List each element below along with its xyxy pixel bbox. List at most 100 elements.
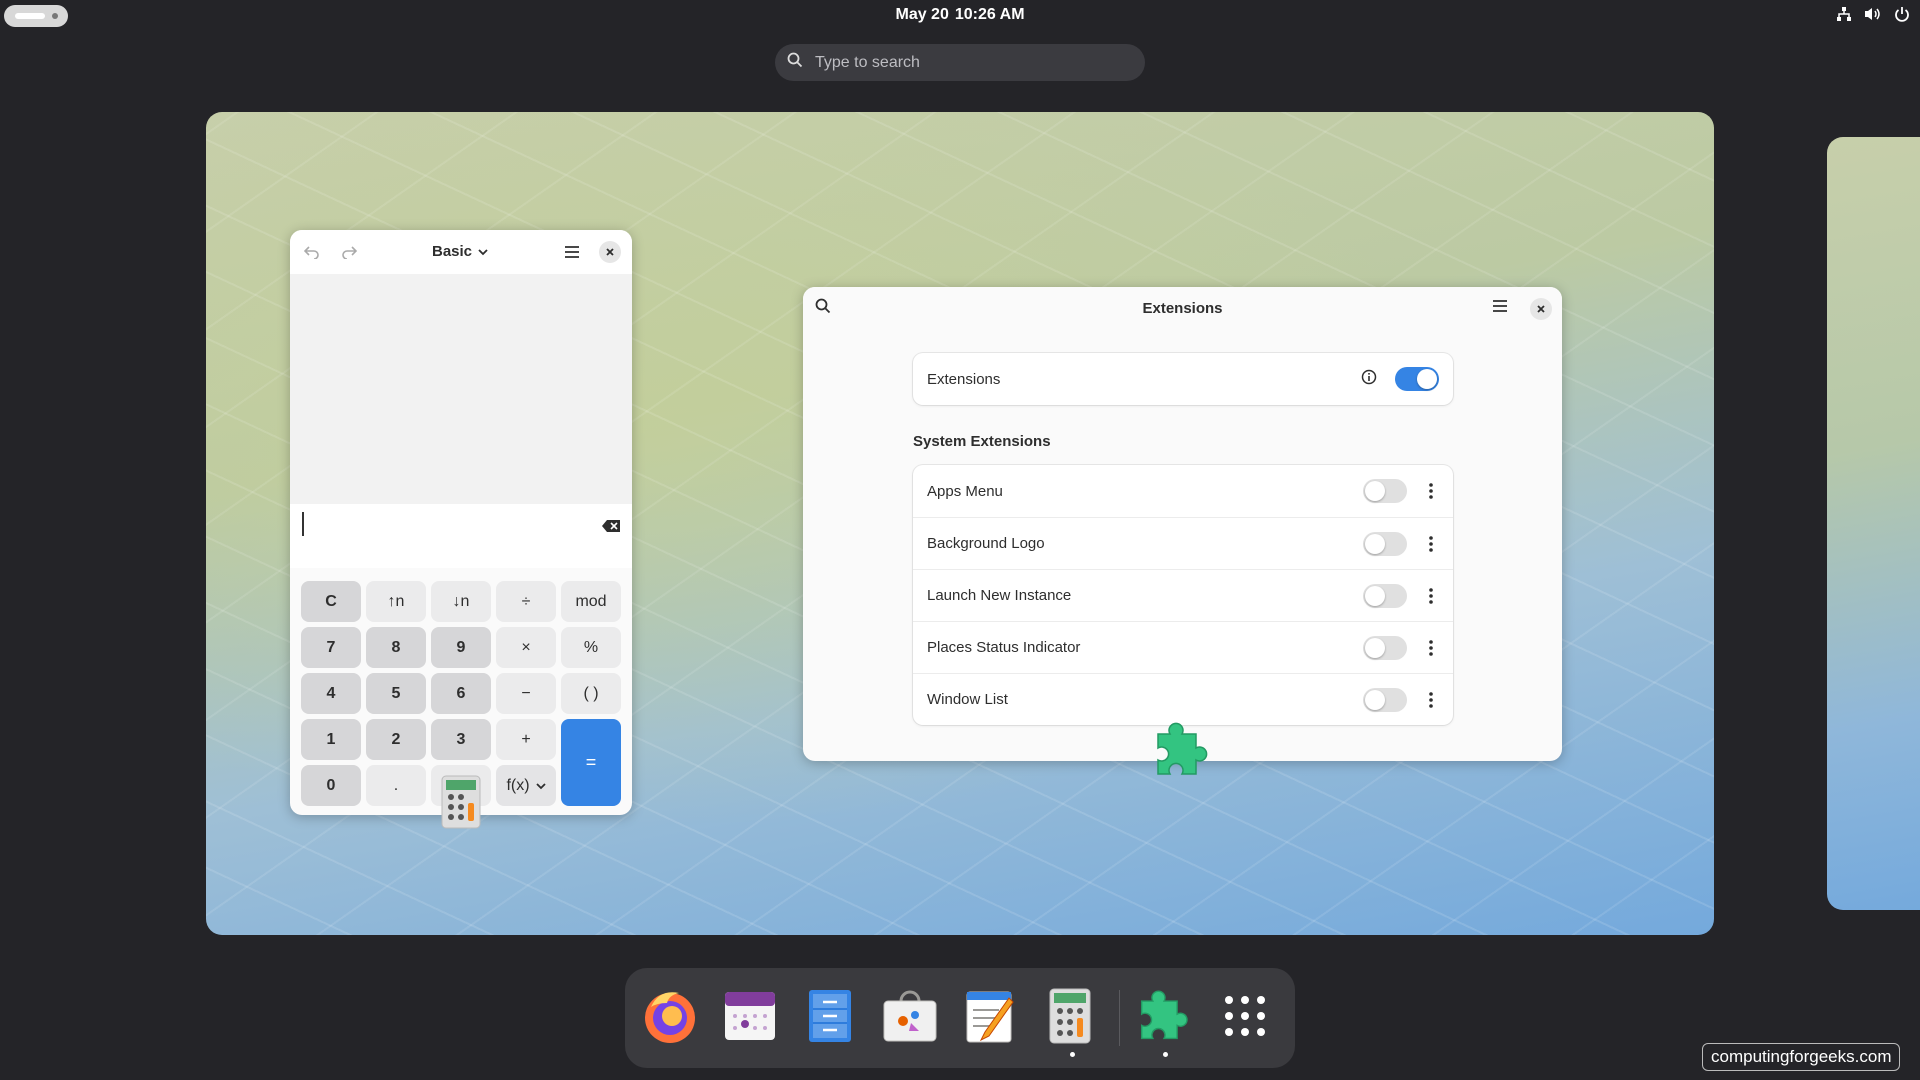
kebab-menu-icon[interactable] (1423, 483, 1439, 499)
calc-key-label: 1 (326, 730, 336, 748)
calc-key[interactable]: 8 (366, 627, 426, 668)
calc-key-label: 8 (391, 638, 401, 656)
dock-item-text-editor[interactable] (960, 988, 1020, 1048)
calculator-window[interactable]: Basic C ↑n ↓n ÷ mod 7 8 9 ×% 4 5 6 − ( ) 1 2 3 + = 0. f(x) (290, 230, 632, 815)
calc-key[interactable]: ↑n (366, 581, 426, 622)
undo-icon[interactable] (300, 240, 324, 264)
calc-key[interactable]: 4 (301, 673, 361, 714)
dock-item-extensions[interactable] (1135, 988, 1195, 1048)
extension-name: Launch New Instance (927, 587, 1072, 604)
calc-key[interactable]: 3 (431, 719, 491, 760)
extension-row: Apps Menu (913, 465, 1453, 517)
search-input[interactable] (815, 53, 1115, 72)
calc-key[interactable]: f(x) (496, 765, 556, 806)
calc-key-label: mod (575, 592, 607, 610)
mode-label: Basic (432, 243, 473, 260)
close-icon (1530, 298, 1552, 320)
kebab-menu-icon[interactable] (1423, 691, 1439, 708)
calc-key[interactable]: mod (561, 581, 621, 622)
dock-item-files[interactable] (800, 988, 860, 1048)
calc-key-label: C (325, 592, 337, 610)
calculator-icon (1049, 988, 1091, 1049)
text-editor-icon (965, 988, 1015, 1049)
calc-key[interactable]: ( ) (561, 673, 621, 714)
calc-key[interactable]: × (496, 627, 556, 668)
extension-toggle[interactable] (1363, 531, 1407, 556)
dock-item-calendar[interactable] (720, 988, 780, 1048)
kebab-menu-icon[interactable] (1423, 587, 1439, 604)
info-icon[interactable] (1361, 369, 1377, 389)
calc-key[interactable]: 1 (301, 719, 361, 760)
toggle-knob (1365, 533, 1385, 554)
calc-key-label: = (585, 752, 597, 772)
keypad: C ↑n ↓n ÷ mod 7 8 9 ×% 4 5 6 − ( ) 1 2 3 + = 0. f(x) (301, 581, 621, 806)
clock-date: May 20 (895, 6, 949, 23)
calc-key-label: 7 (326, 638, 336, 656)
calc-key[interactable]: % (561, 627, 621, 668)
extensions-icon (1134, 988, 1196, 1049)
extensions-header: Extensions (803, 287, 1562, 331)
calc-key[interactable]: C (301, 581, 361, 622)
clock[interactable]: May 20 10:26 AM (860, 6, 1060, 24)
calc-key-label: 4 (326, 684, 336, 702)
extension-toggle[interactable] (1363, 635, 1407, 660)
workspace-indicator (52, 13, 58, 19)
text-cursor (302, 512, 304, 536)
calc-key[interactable]: + (496, 719, 556, 760)
extension-name: Apps Menu (927, 482, 1003, 500)
extension-row: Background Logo (913, 517, 1453, 569)
calc-key[interactable]: ÷ (496, 581, 556, 622)
calc-key[interactable]: 6 (431, 673, 491, 714)
extension-toggle[interactable] (1363, 583, 1407, 608)
dash (625, 968, 1295, 1068)
extension-row: Places Status Indicator (913, 621, 1453, 673)
hamburger-menu-icon[interactable] (560, 240, 584, 264)
expression-input[interactable] (290, 504, 632, 568)
extensions-icon (1150, 720, 1216, 785)
extension-toggle[interactable] (1363, 479, 1407, 503)
extensions-window[interactable]: Extensions Extensions System Extensions … (803, 287, 1562, 761)
calc-key[interactable]: 5 (366, 673, 426, 714)
toggle-knob (1417, 369, 1437, 389)
calc-key[interactable]: 9 (431, 627, 491, 668)
calc-key[interactable]: 7 (301, 627, 361, 668)
kebab-menu-icon[interactable] (1423, 639, 1439, 656)
redo-icon[interactable] (337, 240, 361, 264)
calc-key[interactable]: − (496, 673, 556, 714)
search-bar[interactable] (775, 44, 1145, 81)
kebab-menu-icon[interactable] (1423, 535, 1439, 552)
calc-key-label: 5 (391, 684, 401, 702)
calc-key[interactable]: 0 (301, 765, 361, 806)
calc-key-label: % (583, 638, 599, 656)
dock-item-firefox[interactable] (640, 988, 700, 1048)
extensions-master-toggle[interactable] (1395, 367, 1439, 391)
dock-item-calculator[interactable] (1040, 988, 1100, 1048)
backspace-icon[interactable] (602, 519, 620, 537)
software-icon (881, 989, 939, 1048)
hamburger-menu-icon[interactable] (1492, 299, 1508, 318)
extensions-master-card: Extensions (913, 353, 1453, 405)
extension-toggle[interactable] (1363, 687, 1407, 712)
calc-key[interactable]: = (561, 719, 621, 806)
calc-key-label: ↑n (387, 592, 405, 610)
system-tray[interactable] (1836, 6, 1910, 22)
mode-selector[interactable]: Basic (432, 243, 488, 260)
calc-key[interactable]: . (366, 765, 426, 806)
clock-time: 10:26 AM (954, 6, 1025, 23)
extension-name: Window List (927, 691, 1008, 708)
calc-key[interactable]: 2 (366, 719, 426, 760)
dock-item-software[interactable] (880, 988, 940, 1048)
calc-key-label: 0 (326, 776, 336, 794)
close-button[interactable] (1530, 298, 1552, 320)
calc-key[interactable]: ↓n (431, 581, 491, 622)
calc-key-label: ( ) (583, 684, 599, 702)
extensions-master-label: Extensions (927, 370, 1001, 388)
show-apps-button[interactable] (1215, 988, 1275, 1048)
toggle-knob (1365, 481, 1385, 501)
next-workspace-thumbnail[interactable] (1827, 137, 1920, 910)
calc-key-label: ÷ (521, 592, 531, 610)
window-title: Extensions (1142, 300, 1223, 317)
close-button[interactable] (598, 240, 622, 264)
volume-icon (1864, 6, 1882, 22)
activities-button[interactable] (4, 5, 68, 27)
